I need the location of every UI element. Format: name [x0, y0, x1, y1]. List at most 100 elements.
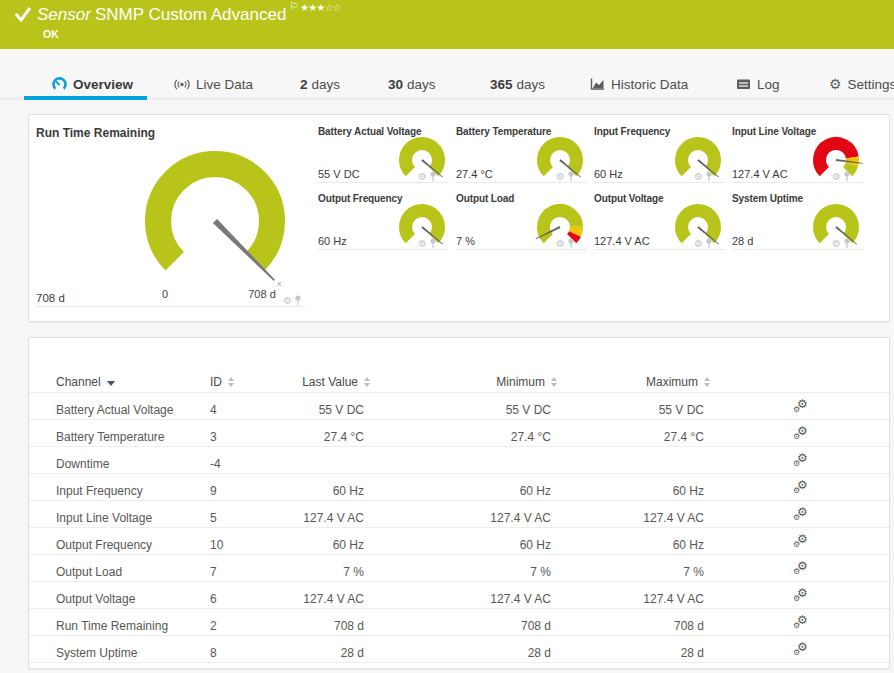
tab-historic-data[interactable]: Historic Data — [590, 74, 688, 94]
pin-icon[interactable] — [429, 238, 437, 249]
tab-30-days[interactable]: 30days — [388, 74, 436, 94]
sensor-overview-page: SensorSNMP Custom Advanced ⚐ ★★★☆☆ OK Ov… — [0, 0, 894, 673]
column-header-id[interactable]: ID — [210, 371, 234, 393]
table-row[interactable]: Battery Temperature327.4 °C27.4 °C27.4 °… — [29, 420, 889, 447]
cell-id: 10 — [210, 528, 223, 554]
channel-settings-button[interactable]: ⚙⚙ — [791, 609, 813, 635]
channel-settings-button[interactable]: ⚙⚙ — [791, 447, 813, 473]
channel-settings-button[interactable]: ⚙⚙ — [791, 420, 813, 446]
cell-minimum: 127.4 V AC — [431, 582, 551, 608]
channel-table-panel: Channel ID Last Value Minimum Maximum Ba… — [28, 337, 890, 669]
tab-overview[interactable]: Overview — [52, 74, 133, 94]
pin-icon[interactable] — [567, 171, 575, 182]
cell-minimum: 708 d — [431, 609, 551, 635]
star-filled-icon: ★ — [300, 2, 308, 13]
pin-icon[interactable] — [705, 171, 713, 182]
gauge-settings-icon[interactable]: ⚙ — [694, 172, 703, 182]
pin-icon[interactable] — [567, 238, 575, 249]
column-header-channel-label: Channel — [56, 371, 101, 393]
gauge-tile-output-load: Output Load7 %⚙ — [456, 189, 587, 250]
column-header-maximum[interactable]: Maximum — [584, 371, 710, 393]
cell-maximum: 60 Hz — [584, 528, 704, 554]
gauge-tile-value: 7 % — [456, 235, 475, 247]
cell-maximum: 708 d — [584, 609, 704, 635]
flag-icon[interactable]: ⚐ — [289, 0, 299, 13]
channel-gears-icon: ⚙⚙ — [794, 612, 810, 630]
column-header-minimum[interactable]: Minimum — [431, 371, 557, 393]
channel-settings-button[interactable]: ⚙⚙ — [791, 474, 813, 500]
tab-settings[interactable]: ⚙ Settings — [829, 74, 894, 94]
column-header-minimum-label: Minimum — [496, 371, 545, 393]
gauge-tile-output-voltage: Output Voltage127.4 V AC⚙ — [594, 189, 725, 250]
table-row[interactable]: Input Frequency960 Hz60 Hz60 Hz⚙⚙ — [29, 474, 889, 501]
channel-gears-icon: ⚙⚙ — [794, 558, 810, 576]
table-row[interactable]: Output Load77 %7 %7 %⚙⚙ — [29, 555, 889, 582]
cell-id: 5 — [210, 501, 217, 527]
pin-icon[interactable] — [705, 238, 713, 249]
title-prefix: Sensor — [37, 5, 91, 24]
table-row[interactable]: Input Line Voltage5127.4 V AC127.4 V AC1… — [29, 501, 889, 528]
cell-minimum — [431, 447, 551, 473]
status-ok-check-icon — [14, 6, 32, 22]
big-gauge-divider — [36, 306, 305, 307]
channel-settings-button[interactable]: ⚙⚙ — [791, 636, 813, 662]
status-badge: OK — [43, 28, 59, 40]
cell-channel: Output Voltage — [56, 582, 135, 608]
pin-icon[interactable] — [843, 171, 851, 182]
tab-log[interactable]: Log — [736, 74, 780, 94]
log-icon — [736, 77, 751, 91]
tab-365-days-word: days — [517, 77, 546, 92]
tab-365-days-number: 365 — [490, 77, 513, 92]
tab-365-days[interactable]: 365 days — [490, 74, 545, 94]
cell-id: 6 — [210, 582, 217, 608]
table-row[interactable]: Output Voltage6127.4 V AC127.4 V AC127.4… — [29, 582, 889, 609]
cell-id: -4 — [210, 447, 221, 473]
gauge-tile-title: Input Frequency — [594, 126, 670, 137]
gauge-icon — [52, 77, 67, 92]
gauge-tile-actions: ⚙ — [832, 238, 851, 249]
channel-gears-icon: ⚙⚙ — [794, 531, 810, 549]
cell-minimum: 127.4 V AC — [431, 501, 551, 527]
gauge-tile-output-frequency: Output Frequency60 Hz⚙ — [318, 189, 449, 250]
gauge-tile-title: Output Voltage — [594, 193, 664, 204]
channel-gears-icon: ⚙⚙ — [794, 504, 810, 522]
sort-icon — [551, 377, 557, 387]
tab-2-days[interactable]: 2days — [300, 74, 340, 94]
channel-settings-button[interactable]: ⚙⚙ — [791, 393, 813, 419]
svg-text:x: x — [277, 279, 281, 288]
table-row[interactable]: Downtime-4⚙⚙ — [29, 447, 889, 474]
gauge-settings-icon[interactable]: ⚙ — [556, 239, 565, 249]
gauge-settings-icon[interactable]: ⚙ — [418, 172, 427, 182]
channel-settings-button[interactable]: ⚙⚙ — [791, 582, 813, 608]
cell-maximum: 27.4 °C — [584, 420, 704, 446]
table-row[interactable]: System Uptime828 d28 d28 d⚙⚙ — [29, 636, 889, 663]
gauge-tile-actions: ⚙ — [694, 238, 713, 249]
gauge-settings-icon[interactable]: ⚙ — [556, 172, 565, 182]
tab-30-days-number: 30 — [388, 77, 403, 92]
channel-settings-button[interactable]: ⚙⚙ — [791, 528, 813, 554]
gauge-settings-icon[interactable]: ⚙ — [694, 239, 703, 249]
gauge-settings-icon[interactable]: ⚙ — [832, 172, 841, 182]
priority-stars[interactable]: ★★★☆☆ — [300, 2, 341, 13]
column-header-channel[interactable]: Channel — [56, 371, 115, 393]
channel-settings-button[interactable]: ⚙⚙ — [791, 501, 813, 527]
gauge-settings-icon[interactable]: ⚙ — [418, 239, 427, 249]
table-row[interactable]: Battery Actual Voltage455 V DC55 V DC55 … — [29, 393, 889, 420]
pin-icon[interactable] — [429, 171, 437, 182]
column-header-last-value[interactable]: Last Value — [244, 371, 370, 393]
gauge-settings-icon[interactable]: ⚙ — [283, 296, 292, 306]
channel-settings-button[interactable]: ⚙⚙ — [791, 555, 813, 581]
cell-last-value — [244, 447, 364, 473]
table-row[interactable]: Run Time Remaining2708 d708 d708 d⚙⚙ — [29, 609, 889, 636]
sensor-name: SNMP Custom Advanced — [95, 5, 287, 24]
tab-live-data[interactable]: Live Data — [174, 74, 253, 94]
table-row[interactable]: Output Frequency1060 Hz60 Hz60 Hz⚙⚙ — [29, 528, 889, 555]
cell-channel: Output Frequency — [56, 528, 152, 554]
gauge-settings-icon[interactable]: ⚙ — [832, 239, 841, 249]
pin-icon[interactable] — [294, 295, 302, 306]
gauge-tile-input-frequency: Input Frequency60 Hz⚙ — [594, 122, 725, 183]
cell-last-value: 27.4 °C — [244, 420, 364, 446]
pin-icon[interactable] — [843, 238, 851, 249]
gauge-tile-value: 28 d — [732, 235, 753, 247]
cell-last-value: 127.4 V AC — [244, 582, 364, 608]
